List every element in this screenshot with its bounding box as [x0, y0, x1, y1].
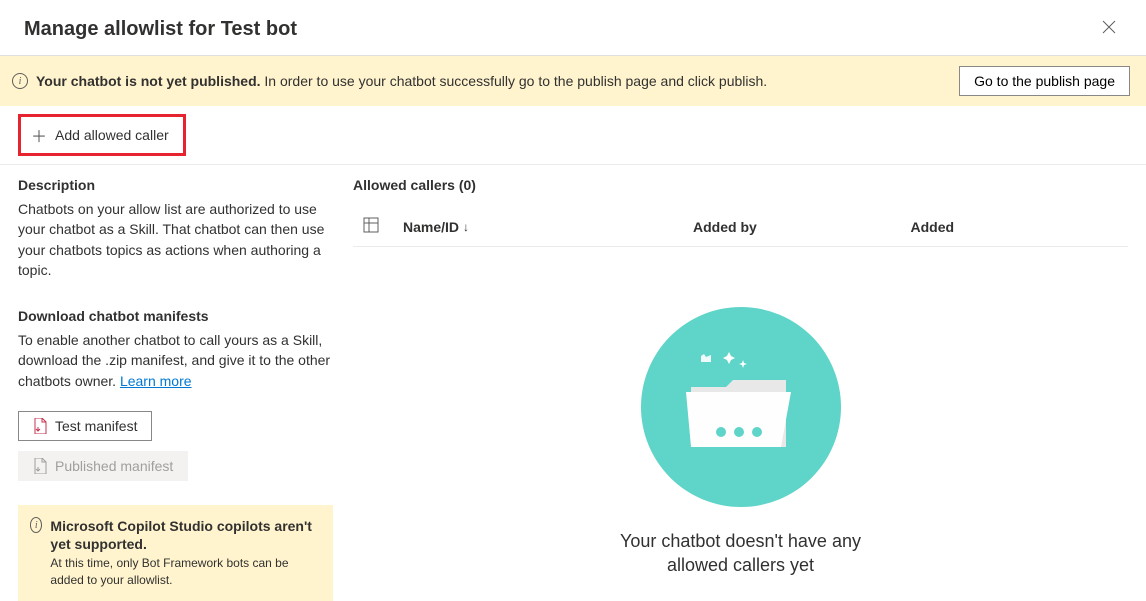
- column-added[interactable]: Added: [911, 219, 1129, 235]
- goto-publish-button[interactable]: Go to the publish page: [959, 66, 1130, 96]
- layout-icon: [363, 217, 379, 233]
- column-name[interactable]: Name/ID ↓: [403, 219, 693, 235]
- info-icon: i: [30, 517, 42, 533]
- learn-more-link[interactable]: Learn more: [120, 373, 192, 389]
- add-allowed-caller-button[interactable]: ＋ Add allowed caller: [18, 114, 186, 156]
- info-icon: i: [12, 73, 28, 89]
- empty-state-text: Your chatbot doesn't have any allowed ca…: [616, 529, 866, 578]
- description-title: Description: [18, 177, 333, 193]
- toolbar: ＋ Add allowed caller: [0, 106, 1146, 165]
- download-title: Download chatbot manifests: [18, 308, 333, 324]
- right-panel: Allowed callers (0) Name/ID ↓ Added by A…: [353, 177, 1128, 601]
- dialog-title: Manage allowlist for Test bot: [24, 18, 297, 41]
- close-button[interactable]: [1096, 14, 1122, 45]
- column-addedby[interactable]: Added by: [693, 219, 911, 235]
- empty-state: Your chatbot doesn't have any allowed ca…: [353, 247, 1128, 578]
- layout-column[interactable]: [353, 217, 403, 236]
- banner-text: Your chatbot is not yet published. In or…: [36, 73, 767, 89]
- allowed-callers-title: Allowed callers (0): [353, 177, 1128, 193]
- published-manifest-button: Published manifest: [18, 451, 188, 481]
- sort-down-icon: ↓: [463, 220, 469, 234]
- download-text: To enable another chatbot to call yours …: [18, 330, 333, 391]
- test-manifest-button[interactable]: Test manifest: [18, 411, 152, 441]
- document-download-icon: [33, 418, 47, 434]
- empty-illustration: [641, 307, 841, 507]
- document-download-icon: [33, 458, 47, 474]
- left-panel: Description Chatbots on your allow list …: [18, 177, 333, 601]
- plus-icon: ＋: [31, 123, 47, 147]
- copilot-note: i Microsoft Copilot Studio copilots aren…: [18, 505, 333, 601]
- publish-banner: i Your chatbot is not yet published. In …: [0, 55, 1146, 106]
- table-header: Name/ID ↓ Added by Added: [353, 207, 1128, 247]
- close-icon: [1102, 20, 1116, 34]
- description-text: Chatbots on your allow list are authoriz…: [18, 199, 333, 280]
- dialog-header: Manage allowlist for Test bot: [0, 0, 1146, 55]
- folder-icon: [671, 352, 811, 462]
